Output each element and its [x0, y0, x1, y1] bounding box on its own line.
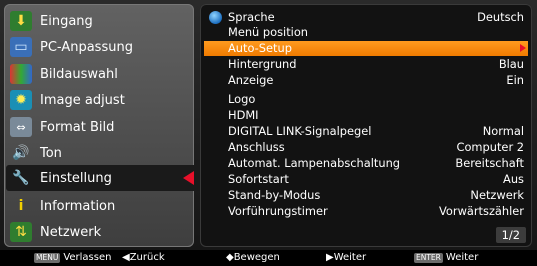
- selection-arrow-icon: [183, 171, 194, 185]
- menu-item-eingang[interactable]: ⬇ Eingang: [10, 8, 192, 34]
- menu-item-format-bild[interactable]: ⇔ Format Bild: [10, 114, 192, 140]
- setting-label: Anzeige: [228, 73, 274, 87]
- menu-item-label: Image adjust: [40, 92, 125, 108]
- setting-value: [524, 25, 528, 40]
- pc-adjust-icon: ▭: [10, 37, 32, 57]
- next-hint: ▶Weiter: [326, 252, 367, 263]
- input-icon: ⬇: [10, 11, 32, 31]
- key-guide-bar: MENU Verlassen ◀Zurück ◆Bewegen ▶Weiter …: [0, 250, 537, 266]
- image-select-icon: [10, 64, 32, 84]
- setting-value: Aus: [503, 172, 524, 186]
- globe-icon: [209, 11, 222, 24]
- menu-item-information[interactable]: i Information: [10, 193, 192, 219]
- menu-item-einstellung[interactable]: 🔧 Einstellung: [6, 165, 202, 191]
- setting-row-stand-by-modus[interactable]: Stand-by-Modus Netzwerk: [228, 188, 528, 203]
- setting-row-auto-setup[interactable]: Auto-Setup: [204, 41, 528, 56]
- setting-label: Menü position: [228, 25, 309, 39]
- setting-label: DIGITAL LINK-Signalpegel: [228, 124, 372, 138]
- menu-item-label: Format Bild: [40, 119, 115, 135]
- setting-label: Anschluss: [228, 140, 285, 154]
- back-hint: ◀Zurück: [122, 252, 165, 263]
- move-hint: ◆Bewegen: [226, 252, 280, 263]
- menu-item-label: Netzwerk: [40, 224, 102, 240]
- setting-row-sofortstart[interactable]: Sofortstart Aus: [228, 172, 528, 187]
- setting-label: Logo: [228, 92, 256, 106]
- setting-label: Automat. Lampenabschaltung: [228, 156, 401, 170]
- menu-item-pc-anpassung[interactable]: ▭ PC-Anpassung: [10, 34, 192, 60]
- menu-item-label: Eingang: [40, 13, 93, 29]
- setting-value: Vorwärtszähler: [439, 204, 524, 218]
- setting-row-lampenabschaltung[interactable]: Automat. Lampenabschaltung Bereitschaft: [228, 156, 528, 171]
- menu-item-image-adjust[interactable]: ✹ Image adjust: [10, 87, 192, 113]
- menu-item-label: Einstellung: [40, 170, 112, 186]
- settings-icon: 🔧: [12, 170, 30, 186]
- image-adjust-icon: ✹: [10, 90, 32, 110]
- setting-row-logo[interactable]: Logo: [228, 92, 528, 107]
- setting-value: Normal: [482, 124, 524, 138]
- setting-label: Stand-by-Modus: [228, 188, 321, 202]
- setting-value: Netzwerk: [470, 188, 524, 202]
- setting-label: Vorführungstimer: [228, 204, 328, 218]
- menu-item-label: Bildauswahl: [40, 66, 118, 82]
- setting-value: Bereitschaft: [455, 156, 524, 170]
- setting-value: [524, 108, 528, 123]
- menu-item-label: PC-Anpassung: [40, 39, 133, 55]
- setting-label: Hintergrund: [228, 57, 297, 71]
- submenu-arrow-icon: [520, 44, 526, 52]
- setting-value: [524, 92, 528, 107]
- enter-key: ENTER: [414, 253, 443, 263]
- setting-row-digital-link[interactable]: DIGITAL LINK-Signalpegel Normal: [228, 124, 528, 139]
- setting-label: Auto-Setup: [228, 41, 292, 55]
- setting-value: Computer 2: [456, 140, 525, 154]
- setting-value: Ein: [506, 73, 524, 87]
- setting-row-sprache[interactable]: Sprache Deutsch: [228, 10, 528, 25]
- setting-value: Deutsch: [477, 10, 524, 24]
- information-icon: i: [18, 198, 24, 214]
- enter-hint: ENTER Weiter: [414, 250, 478, 266]
- setting-row-vorfuehrungstimer[interactable]: Vorführungstimer Vorwärtszähler: [228, 204, 528, 219]
- setting-label: HDMI: [228, 108, 259, 122]
- setting-row-menu-position[interactable]: Menü position: [228, 25, 528, 40]
- setting-value: Blau: [498, 57, 524, 71]
- page-indicator: 1/2: [495, 227, 526, 243]
- menu-key: MENU: [34, 253, 61, 263]
- screen-format-icon: ⇔: [10, 117, 32, 137]
- menu-item-bildauswahl[interactable]: Bildauswahl: [10, 61, 192, 87]
- setting-label: Sprache: [228, 10, 275, 24]
- menu-item-netzwerk[interactable]: ⇅ Netzwerk: [10, 219, 192, 245]
- exit-label: Verlassen: [63, 252, 112, 263]
- network-icon: ⇅: [10, 222, 32, 242]
- setting-row-anschluss[interactable]: Anschluss Computer 2: [228, 140, 528, 155]
- exit-hint: MENU Verlassen: [34, 250, 111, 266]
- setting-row-hintergrund[interactable]: Hintergrund Blau: [228, 57, 528, 72]
- setting-row-hdmi[interactable]: HDMI: [228, 108, 528, 123]
- menu-item-ton[interactable]: 🔊 Ton: [10, 140, 192, 166]
- menu-item-label: Ton: [40, 145, 62, 161]
- enter-label: Weiter: [445, 252, 479, 263]
- menu-item-label: Information: [40, 198, 116, 214]
- sound-icon: 🔊: [12, 145, 30, 161]
- main-menu: ⬇ Eingang ▭ PC-Anpassung Bildauswahl ✹ I…: [4, 4, 202, 247]
- setting-label: Sofortstart: [228, 172, 289, 186]
- settings-panel: Sprache Deutsch Menü position Auto-Setup…: [200, 4, 532, 247]
- setting-row-anzeige[interactable]: Anzeige Ein: [228, 73, 528, 88]
